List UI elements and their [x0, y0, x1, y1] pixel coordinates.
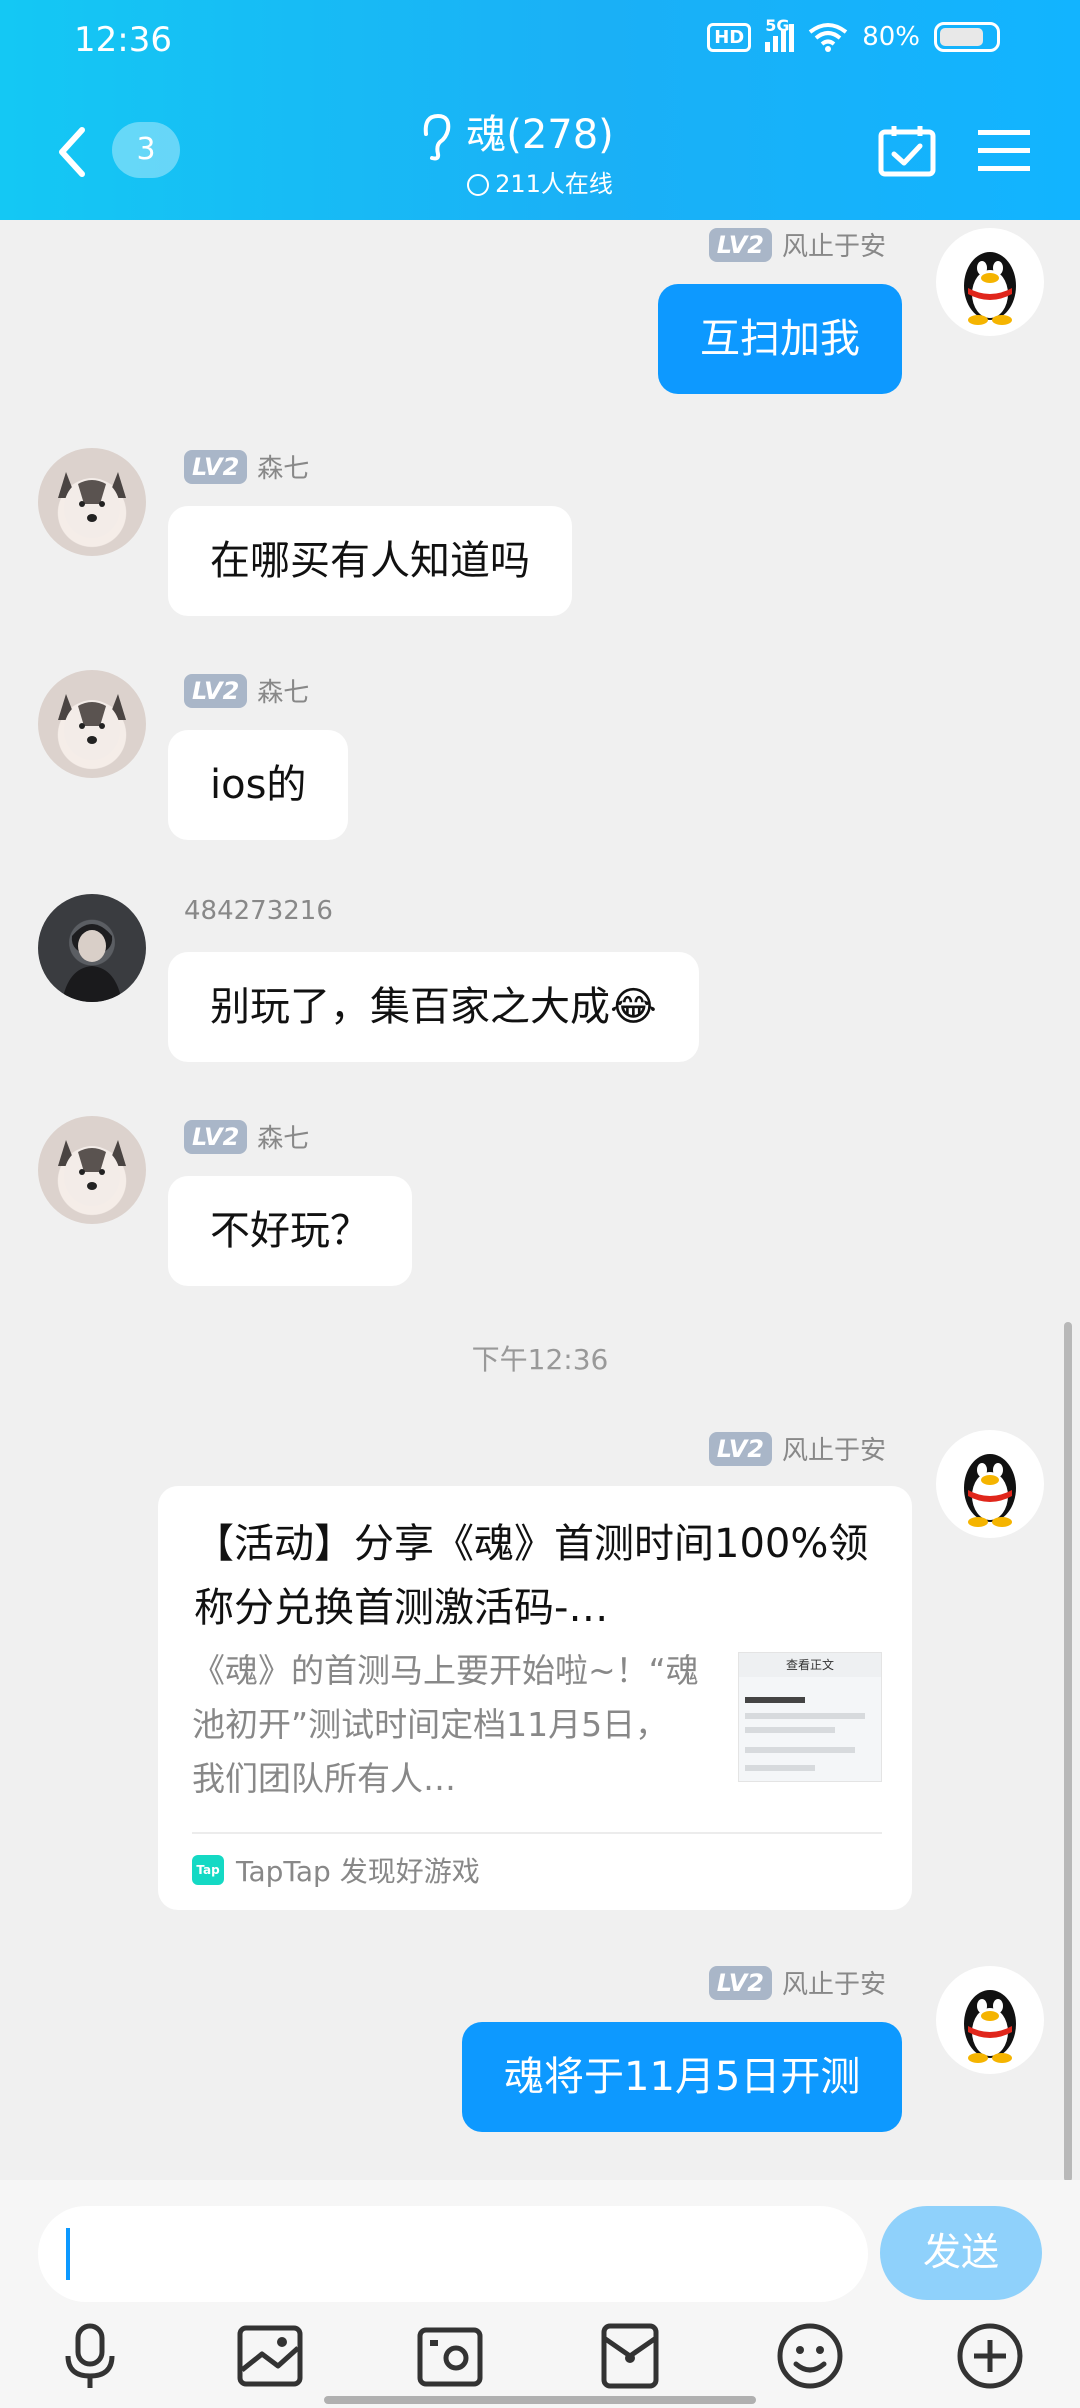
- online-icon: [467, 174, 490, 196]
- chat-header: 12:36 HD 5G 80% 3 魂(278) 211人在线: [0, 0, 1080, 220]
- shared-link-card[interactable]: 【活动】分享《魂》首测时间100%领称分兑换首测激活码-… 《魂》的首测马上要开…: [158, 1486, 912, 1910]
- voice-button[interactable]: [54, 2320, 126, 2392]
- battery-icon: [934, 22, 1000, 52]
- avatar[interactable]: [38, 1116, 146, 1224]
- card-source: Tap TapTap 发现好游戏: [192, 1850, 480, 1890]
- status-time: 12:36: [74, 20, 172, 60]
- emoji-button[interactable]: [774, 2320, 846, 2392]
- plus-icon: [957, 2323, 1023, 2389]
- calendar-check-icon[interactable]: [878, 124, 936, 178]
- avatar[interactable]: [936, 1430, 1044, 1538]
- level-badge: LV2: [708, 1965, 772, 2000]
- sender-info: 484273216: [184, 896, 333, 926]
- camera-icon: [417, 2327, 483, 2387]
- avatar[interactable]: [38, 894, 146, 1002]
- image-icon: [237, 2325, 303, 2387]
- home-indicator[interactable]: [324, 2396, 756, 2404]
- message-input[interactable]: [38, 2206, 868, 2302]
- text-cursor: [66, 2228, 70, 2280]
- network-type: 5G: [765, 16, 790, 35]
- avatar[interactable]: [38, 670, 146, 778]
- input-area: 发送: [0, 2180, 1080, 2408]
- sender-info: LV2 风止于安: [708, 1964, 886, 2001]
- sender-name[interactable]: 风止于安: [782, 1430, 886, 1467]
- signal-icon: 5G: [765, 16, 795, 52]
- card-source-label: TapTap 发现好游戏: [236, 1855, 480, 1888]
- message-bubble[interactable]: 魂将于11月5日开测: [462, 2022, 903, 2132]
- person-avatar-icon: [62, 924, 122, 1002]
- menu-icon[interactable]: [978, 128, 1030, 172]
- sender-info: LV2 风止于安: [708, 226, 886, 263]
- husky-avatar-icon: [58, 694, 126, 760]
- sender-name[interactable]: 风止于安: [782, 226, 886, 263]
- emoji-icon: [777, 2323, 843, 2389]
- sender-info: LV2 森七: [184, 672, 309, 709]
- image-button[interactable]: [234, 2320, 306, 2392]
- thumbnail-header: 查看正文: [739, 1653, 881, 1677]
- avatar[interactable]: [38, 448, 146, 556]
- scrollbar[interactable]: [1064, 1322, 1072, 2182]
- level-badge: LV2: [708, 1431, 772, 1466]
- penguin-avatar-icon: [964, 1990, 1016, 2063]
- sender-name[interactable]: 森七: [257, 672, 309, 709]
- penguin-avatar-icon: [964, 252, 1016, 325]
- sender-info: LV2 森七: [184, 1118, 309, 1155]
- battery-percent: 80%: [862, 22, 920, 52]
- husky-avatar-icon: [58, 1140, 126, 1206]
- microphone-icon: [65, 2323, 115, 2388]
- wifi-icon: [808, 23, 848, 52]
- taptap-logo: Tap: [192, 1855, 224, 1885]
- message-bubble[interactable]: 在哪买有人知道吗: [168, 506, 572, 616]
- divider: [192, 1832, 882, 1834]
- card-description: 《魂》的首测马上要开始啦~！“魂池初开”测试时间定档11月5日，我们团队所有人…: [192, 1651, 699, 1798]
- level-badge: LV2: [184, 673, 248, 708]
- status-icons: HD 5G 80%: [707, 16, 1000, 52]
- red-packet-icon: [601, 2323, 659, 2389]
- time-separator: 下午12:36: [471, 1343, 609, 1376]
- card-title: 【活动】分享《魂》首测时间100%领称分兑换首测激活码-…: [194, 1521, 869, 1631]
- level-badge: LV2: [708, 227, 772, 262]
- sender-info: LV2 风止于安: [708, 1430, 886, 1467]
- group-title[interactable]: 魂(278): [466, 112, 614, 158]
- level-badge: LV2: [184, 449, 248, 484]
- message-bubble[interactable]: ios的: [168, 730, 349, 840]
- status-bar: 12:36 HD 5G 80%: [0, 0, 1080, 80]
- camera-button[interactable]: [414, 2320, 486, 2392]
- message-bubble[interactable]: 互扫加我: [658, 284, 902, 394]
- sender-name[interactable]: 484273216: [184, 896, 333, 926]
- avatar[interactable]: [936, 228, 1044, 336]
- hd-badge: HD: [707, 22, 752, 52]
- more-button[interactable]: [954, 2320, 1026, 2392]
- sender-name[interactable]: 风止于安: [782, 1964, 886, 2001]
- sender-name[interactable]: 森七: [257, 1118, 309, 1155]
- card-thumbnail: 查看正文: [738, 1652, 882, 1782]
- red-packet-button[interactable]: [594, 2320, 666, 2392]
- message-bubble[interactable]: 不好玩？: [168, 1176, 412, 1286]
- husky-avatar-icon: [58, 472, 126, 538]
- send-button[interactable]: 发送: [880, 2206, 1042, 2300]
- input-toolbar: [0, 2320, 1080, 2400]
- level-badge: LV2: [184, 1119, 248, 1154]
- sender-info: LV2 森七: [184, 448, 309, 485]
- sender-name[interactable]: 森七: [257, 448, 309, 485]
- avatar[interactable]: [936, 1966, 1044, 2074]
- message-bubble[interactable]: 别玩了，集百家之大成😂: [168, 952, 699, 1062]
- penguin-avatar-icon: [964, 1454, 1016, 1527]
